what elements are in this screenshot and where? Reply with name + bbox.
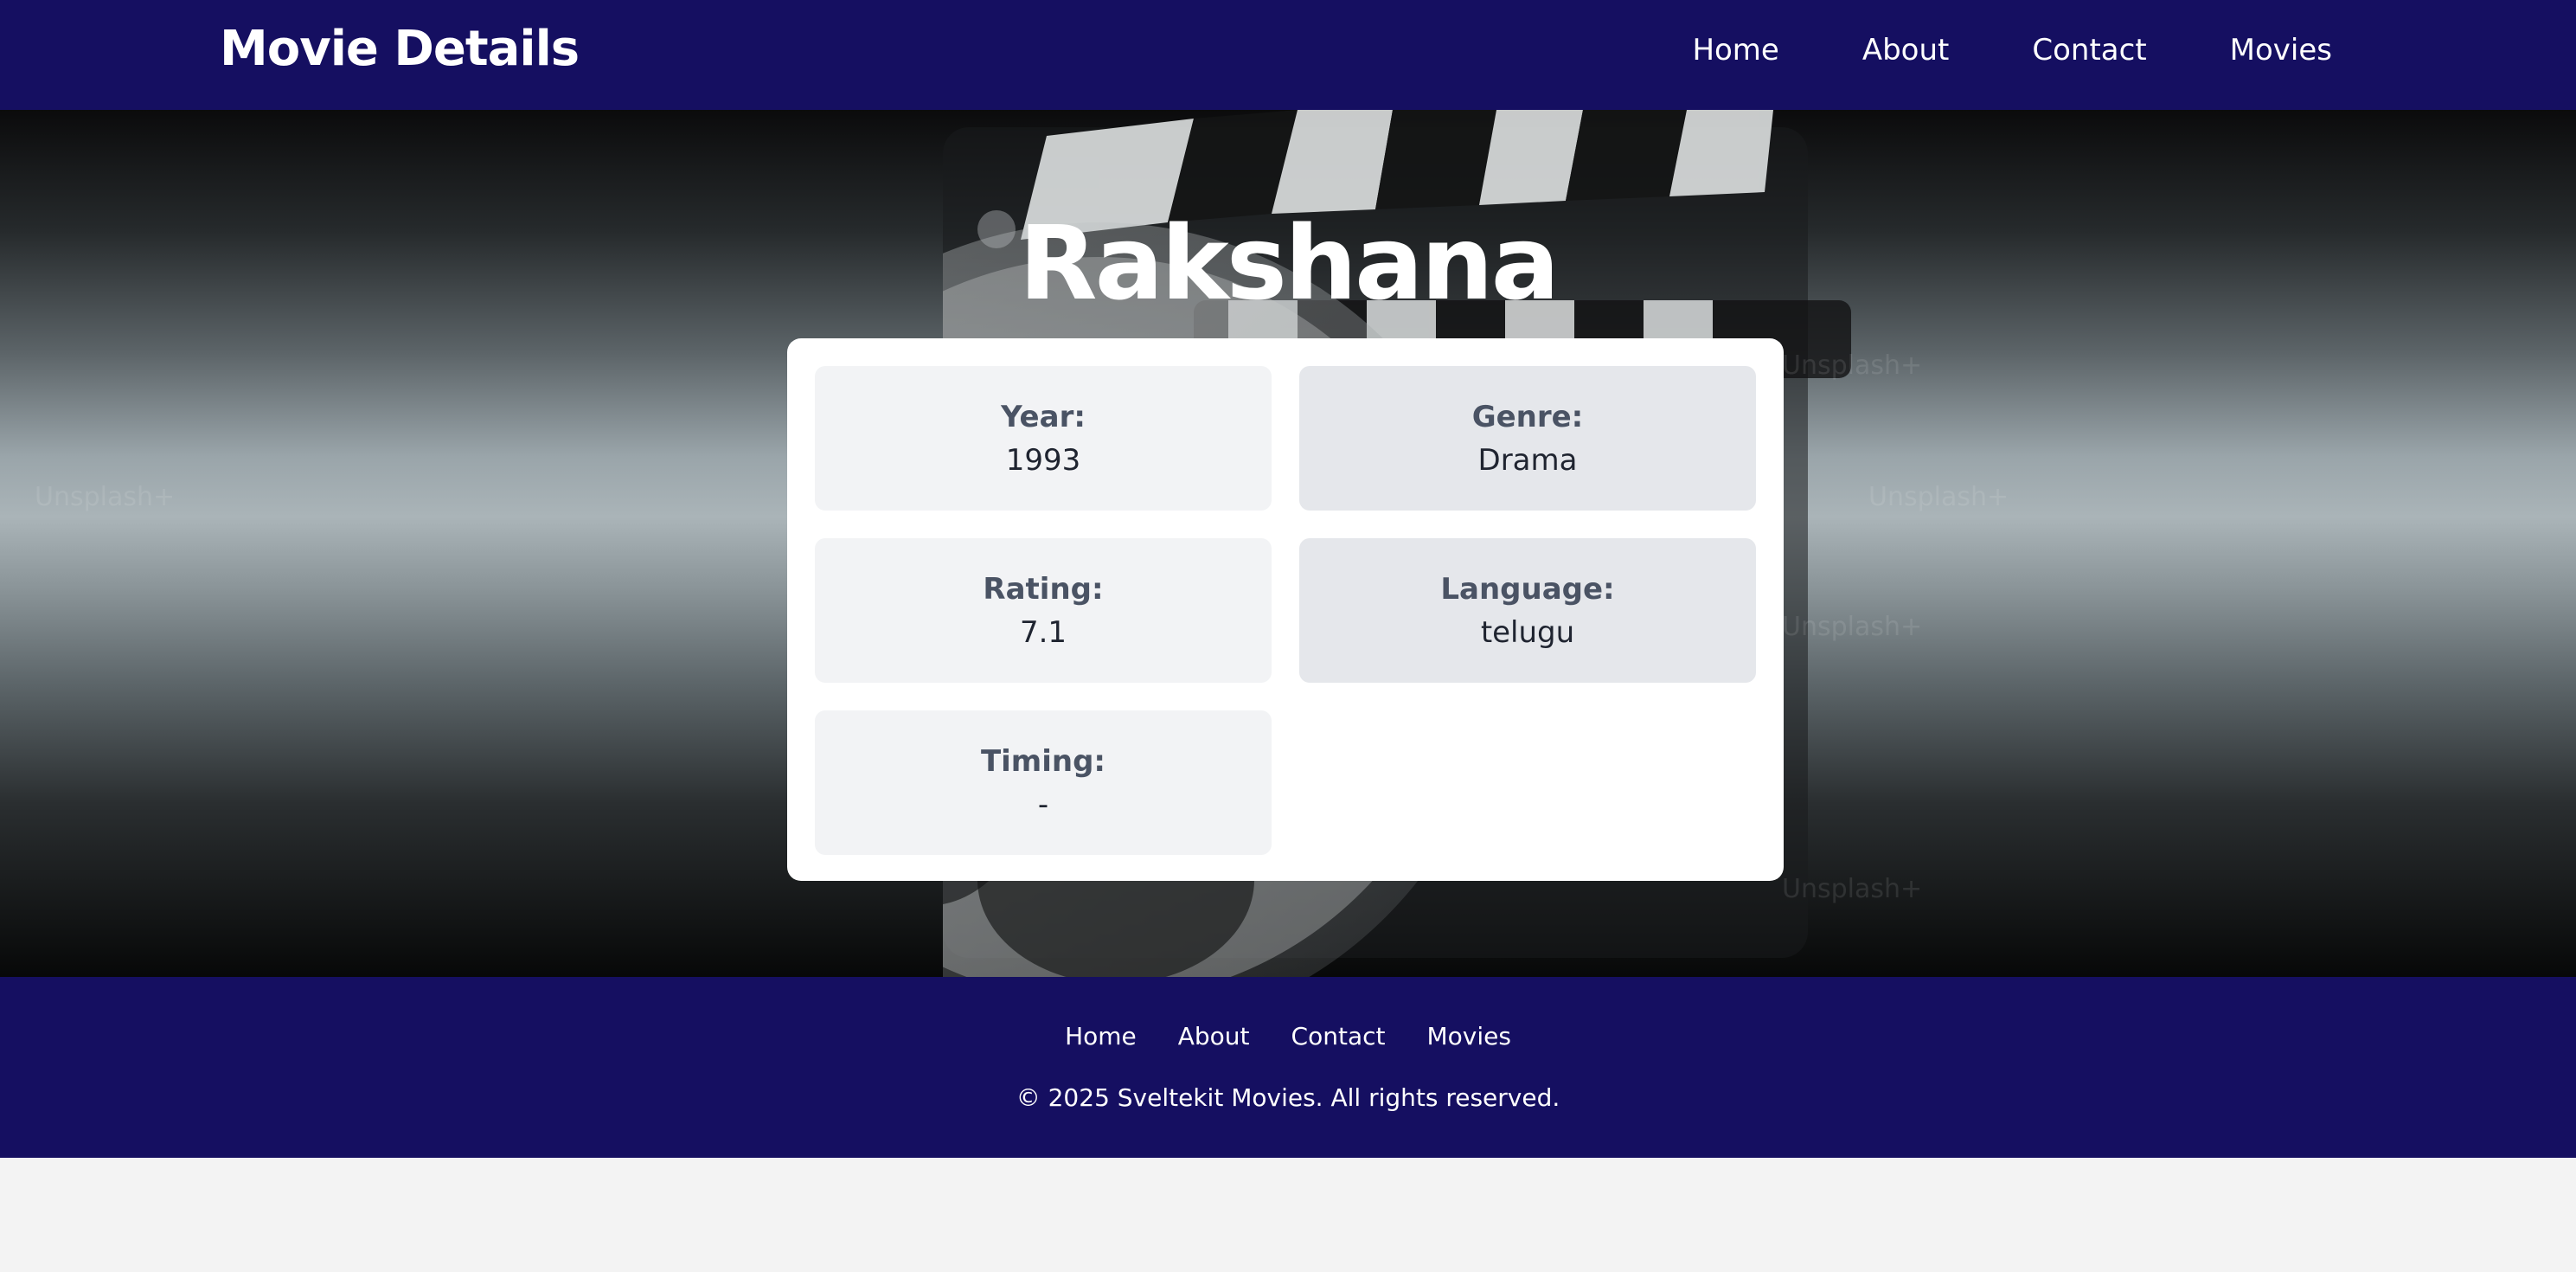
nav-link-contact[interactable]: Contact bbox=[2032, 33, 2146, 67]
info-value: - bbox=[1037, 787, 1049, 822]
nav-link-home[interactable]: Home bbox=[1692, 33, 1778, 67]
watermark-text: Unsplash+ bbox=[1868, 482, 2009, 512]
info-label: Language: bbox=[1440, 571, 1615, 607]
info-cell-timing: Timing: - bbox=[815, 710, 1272, 855]
footer-link-about[interactable]: About bbox=[1178, 1022, 1250, 1050]
footer-link-home[interactable]: Home bbox=[1065, 1022, 1137, 1050]
info-cell-language: Language: telugu bbox=[1299, 538, 1756, 683]
footer-link-contact[interactable]: Contact bbox=[1291, 1022, 1386, 1050]
info-cell-year: Year: 1993 bbox=[815, 366, 1272, 511]
movie-title: Rakshana bbox=[1018, 203, 1560, 323]
nav-link-movies[interactable]: Movies bbox=[2230, 33, 2332, 67]
header-nav: Home About Contact Movies bbox=[1609, 33, 2332, 67]
hero-section: Unsplash+ Unsplash+ Unsplash+ Unsplash+ … bbox=[0, 110, 2576, 977]
footer-nav: Home About Contact Movies bbox=[0, 1022, 2576, 1050]
info-label: Genre: bbox=[1471, 399, 1584, 434]
info-cell-genre: Genre: Drama bbox=[1299, 366, 1756, 511]
watermark-text: Unsplash+ bbox=[1782, 874, 1923, 904]
site-brand[interactable]: Movie Details bbox=[220, 21, 580, 77]
watermark-text: Unsplash+ bbox=[1782, 350, 1923, 381]
copyright-text: © 2025 Sveltekit Movies. All rights rese… bbox=[1016, 1083, 1560, 1112]
movie-info-card: Year: 1993 Genre: Drama Rating: 7.1 Lang… bbox=[787, 338, 1784, 881]
info-label: Timing: bbox=[980, 743, 1106, 779]
info-value: telugu bbox=[1480, 614, 1575, 650]
site-footer: Home About Contact Movies © 2025 Sveltek… bbox=[0, 977, 2576, 1158]
info-cell-rating: Rating: 7.1 bbox=[815, 538, 1272, 683]
info-value: 7.1 bbox=[1019, 614, 1067, 650]
watermark-text: Unsplash+ bbox=[35, 482, 176, 512]
footer-link-movies[interactable]: Movies bbox=[1426, 1022, 1510, 1050]
site-header: Movie Details Home About Contact Movies bbox=[0, 0, 2576, 110]
info-value: Drama bbox=[1477, 442, 1578, 478]
info-label: Rating: bbox=[983, 571, 1104, 607]
nav-link-about[interactable]: About bbox=[1862, 33, 1950, 67]
info-value: 1993 bbox=[1005, 442, 1081, 478]
watermark-text: Unsplash+ bbox=[1782, 612, 1923, 642]
info-label: Year: bbox=[1001, 399, 1086, 434]
